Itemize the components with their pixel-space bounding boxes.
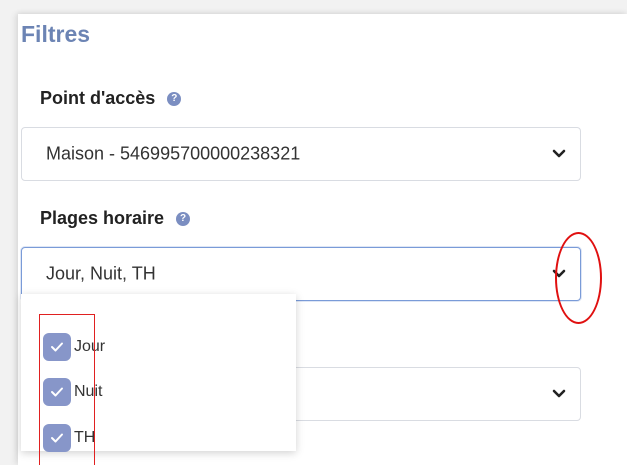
- access-point-select[interactable]: Maison - 546995700000238321: [21, 127, 581, 181]
- help-icon[interactable]: ?: [176, 211, 191, 226]
- chevron-down-icon: [552, 389, 566, 398]
- time-slots-label-text: Plages horaire: [40, 208, 165, 228]
- filters-title: Filtres: [21, 21, 91, 47]
- access-point-label: Point d'accès ?: [40, 88, 182, 109]
- access-point-value: Maison - 546995700000238321: [46, 143, 301, 164]
- help-icon[interactable]: ?: [167, 91, 182, 106]
- time-slots-select[interactable]: Jour, Nuit, TH: [21, 247, 581, 301]
- time-slots-label: Plages horaire ?: [40, 208, 191, 229]
- annotation-ellipse: [555, 232, 602, 324]
- access-point-label-text: Point d'accès: [40, 88, 156, 108]
- chevron-down-icon: [552, 149, 566, 158]
- time-slots-value: Jour, Nuit, TH: [46, 263, 156, 284]
- annotation-rectangle: [39, 314, 95, 465]
